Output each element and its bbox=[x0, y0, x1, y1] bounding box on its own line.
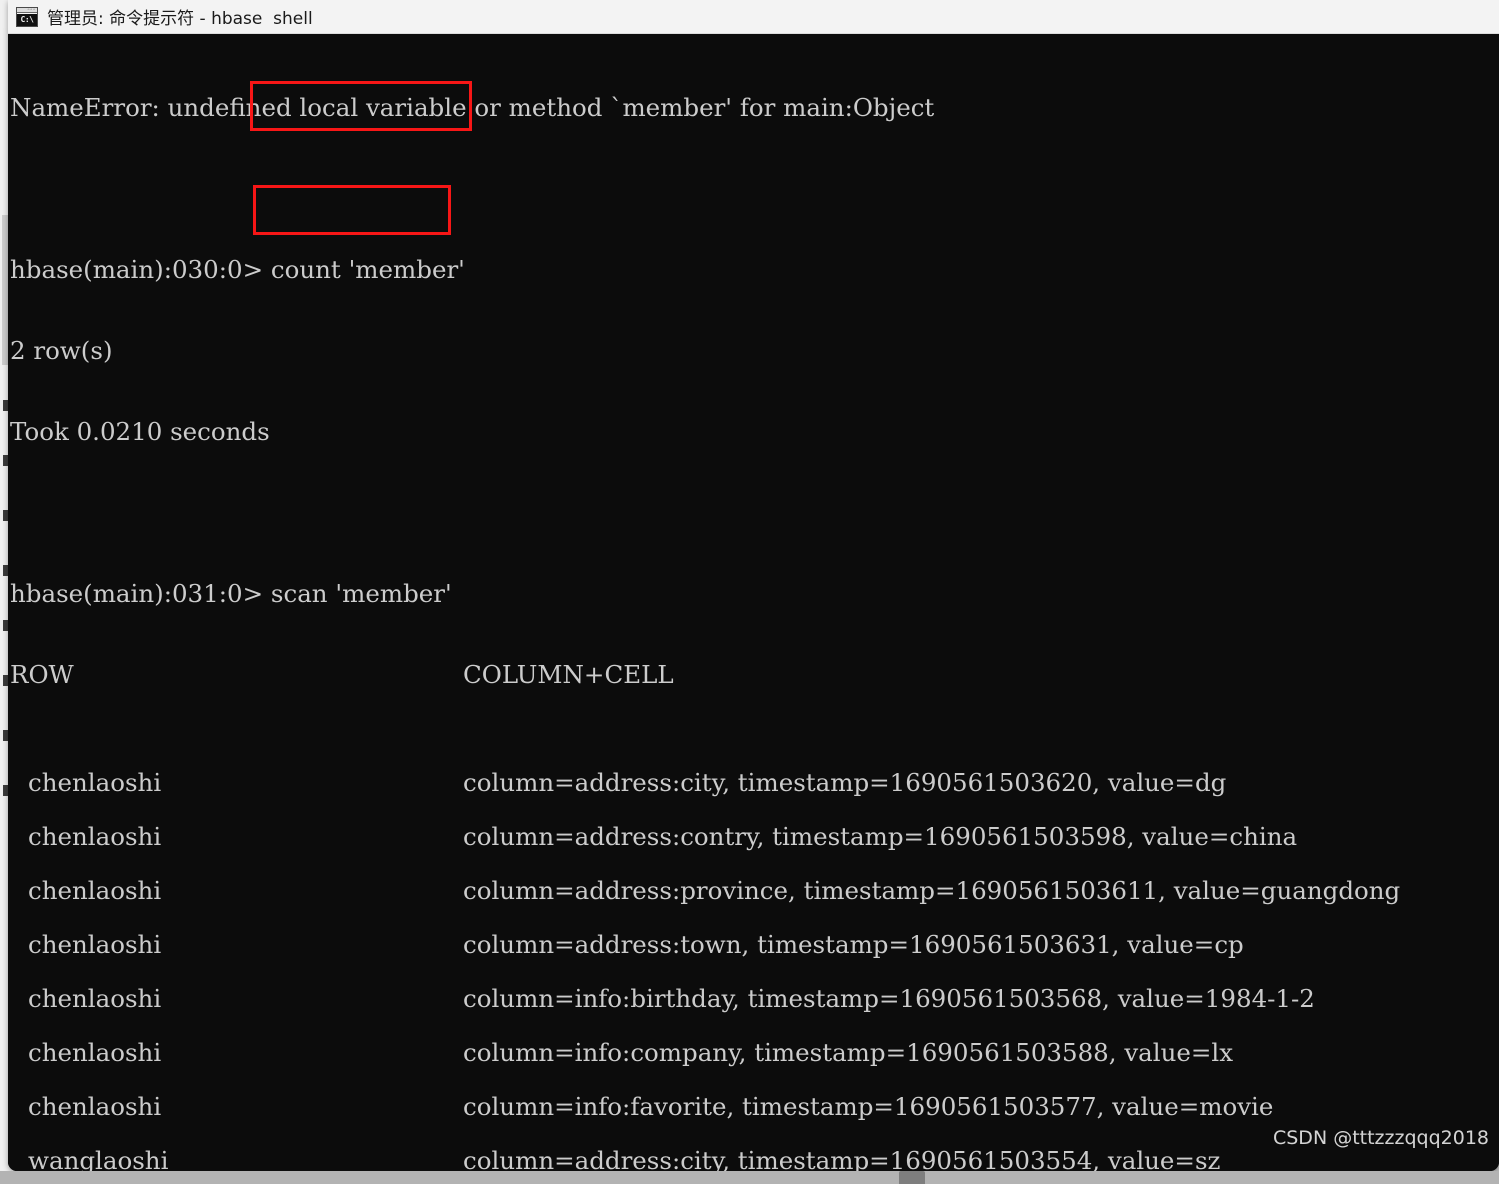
row-key: chenlaoshi bbox=[28, 930, 162, 959]
prompt-030: hbase(main):030:0> bbox=[10, 255, 264, 284]
command-count: count 'member' bbox=[270, 255, 465, 284]
count-took-line: Took 0.0210 seconds bbox=[10, 417, 270, 446]
row-key: chenlaoshi bbox=[28, 1092, 162, 1121]
row-column-cell: column=info:favorite, timestamp=16905615… bbox=[463, 1092, 1274, 1121]
icon-window-buttons: ▫▫▫ bbox=[27, 7, 36, 13]
row-column-cell: column=address:city, timestamp=169056150… bbox=[463, 768, 1227, 797]
screen: ▫▫▫ C:\ 管理员: 命令提示符 - hbase shell NameErr… bbox=[0, 0, 1499, 1184]
table-row: wanglaoshi column=address:city, timestamp… bbox=[10, 1147, 1499, 1171]
prompt-031: hbase(main):031:0> bbox=[10, 579, 264, 608]
row-column-cell: column=address:town, timestamp=169056150… bbox=[463, 930, 1244, 959]
row-column-cell: column=address:province, timestamp=16905… bbox=[463, 876, 1401, 905]
icon-prompt-text: C:\ bbox=[17, 13, 37, 26]
table-row: chenlaoshi column=address:city, timestamp… bbox=[10, 769, 1499, 823]
cmd-window: ▫▫▫ C:\ 管理员: 命令提示符 - hbase shell NameErr… bbox=[8, 0, 1499, 1171]
cmd-console-icon: ▫▫▫ C:\ bbox=[16, 6, 38, 27]
row-key: wanglaoshi bbox=[28, 1146, 169, 1171]
command-scan: scan 'member' bbox=[270, 579, 452, 608]
row-column-cell: column=address:city, timestamp=169056150… bbox=[463, 1146, 1221, 1171]
horizontal-scrollbar-thumb[interactable] bbox=[899, 1171, 925, 1184]
window-titlebar[interactable]: ▫▫▫ C:\ 管理员: 命令提示符 - hbase shell bbox=[8, 0, 1499, 34]
table-row: chenlaoshi column=info:birthday, timestam… bbox=[10, 985, 1499, 1039]
table-row: chenlaoshi column=address:province, times… bbox=[10, 877, 1499, 931]
row-column-cell: column=info:company, timestamp=169056150… bbox=[463, 1038, 1234, 1067]
row-key: chenlaoshi bbox=[28, 876, 162, 905]
table-row: chenlaoshi column=info:company, timestamp… bbox=[10, 1039, 1499, 1093]
prompt-line-scan: hbase(main):031:0> scan 'member' bbox=[10, 580, 1499, 607]
csdn-watermark: CSDN @tttzzzqqq2018 bbox=[1272, 1127, 1489, 1149]
window-title: 管理员: 命令提示符 - hbase shell bbox=[47, 9, 313, 29]
row-key: chenlaoshi bbox=[28, 768, 162, 797]
header-row-label: ROW bbox=[10, 660, 74, 689]
row-column-cell: column=info:birthday, timestamp=16905615… bbox=[463, 984, 1315, 1013]
table-row: chenlaoshi column=address:town, timestamp… bbox=[10, 931, 1499, 985]
header-cell-label: COLUMN+CELL bbox=[463, 660, 674, 689]
table-row: chenlaoshi column=address:contry, timesta… bbox=[10, 823, 1499, 877]
terminal-output[interactable]: NameError: undefined local variable or m… bbox=[8, 34, 1499, 1171]
scan-table-header: ROW COLUMN+CELL bbox=[10, 661, 1499, 688]
row-key: chenlaoshi bbox=[28, 822, 162, 851]
row-key: chenlaoshi bbox=[28, 1038, 162, 1067]
bottom-strip bbox=[0, 1171, 1499, 1184]
row-key: chenlaoshi bbox=[28, 984, 162, 1013]
count-rows-line: 2 row(s) bbox=[10, 336, 113, 365]
prompt-line-count: hbase(main):030:0> count 'member' bbox=[10, 256, 1499, 283]
row-column-cell: column=address:contry, timestamp=1690561… bbox=[463, 822, 1298, 851]
error-line: NameError: undefined local variable or m… bbox=[10, 93, 935, 122]
scan-result-list: chenlaoshi column=address:city, timestamp… bbox=[10, 769, 1499, 1171]
